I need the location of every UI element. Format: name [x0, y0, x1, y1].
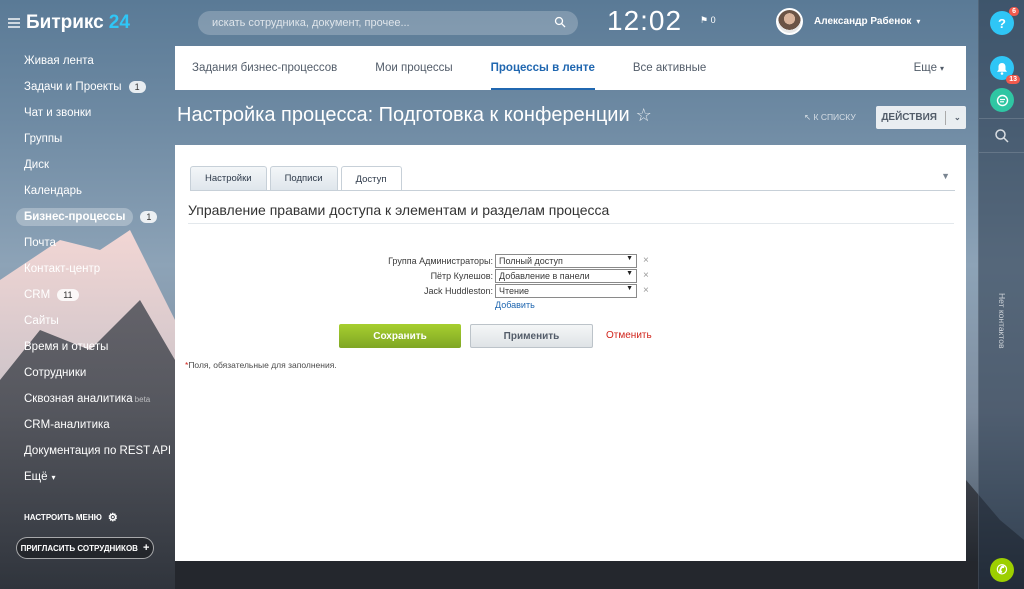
menu-item-disk[interactable]: Диск — [0, 152, 175, 178]
rights-select[interactable]: Полный доступ ▼ — [495, 253, 637, 268]
rights-select[interactable]: Добавление в панели ▼ — [495, 268, 637, 283]
dropdown-arrow-icon: ▼ — [626, 254, 633, 262]
tabs-divider — [190, 190, 955, 191]
plus-icon: + — [142, 542, 150, 554]
search-input[interactable]: искать сотрудника, документ, прочее... — [198, 11, 578, 35]
help-badge: 6 — [1009, 7, 1019, 16]
gear-icon: ⚙ — [107, 512, 118, 524]
rights-row: Jack Huddleston: Чтение ▼ × — [325, 283, 655, 298]
menu-item-more[interactable]: Ещё ▾ — [0, 464, 175, 490]
delete-icon[interactable]: × — [643, 285, 649, 296]
content-panel: Настройки Подписи Доступ ▼ Управление пр… — [175, 145, 966, 561]
flag-counter[interactable]: ⚑ 0 — [700, 15, 716, 26]
tab-all-active[interactable]: Все активные — [633, 46, 706, 90]
rights-row: Группа Администраторы: Полный доступ ▼ × — [325, 253, 655, 268]
chevron-down-icon: ▾ — [916, 17, 921, 26]
menu-item-contact-center[interactable]: Контакт-центр — [0, 256, 175, 282]
add-link[interactable]: Добавить — [495, 300, 535, 310]
no-contacts-label: Нет контактов — [997, 293, 1007, 349]
menu-item-calendar[interactable]: Календарь — [0, 178, 175, 204]
chat-icon — [996, 94, 1008, 106]
tab-processes-in-feed[interactable]: Процессы в ленте — [490, 46, 596, 90]
menu-item-live-feed[interactable]: Живая лента — [0, 48, 175, 74]
top-tabs: Задания бизнес-процессов Мои процессы Пр… — [175, 46, 966, 90]
menu-item-groups[interactable]: Группы — [0, 126, 175, 152]
rights-label: Jack Huddleston: — [423, 285, 493, 296]
search-icon[interactable] — [554, 16, 566, 28]
bell-icon — [997, 62, 1007, 75]
question-icon: ? — [998, 15, 1006, 31]
phone-button[interactable]: ✆ — [990, 558, 1014, 582]
help-button[interactable]: ? 6 — [990, 7, 1019, 35]
required-note: *Поля, обязательные для заполнения. — [185, 360, 337, 370]
menu-counter: 1 — [140, 211, 158, 223]
clock[interactable]: 12:02 — [607, 5, 682, 37]
dropdown-arrow-icon: ▼ — [626, 269, 633, 277]
save-button[interactable]: Сохранить — [339, 324, 461, 348]
delete-icon[interactable]: × — [643, 270, 649, 281]
rail-divider — [979, 152, 1024, 153]
menu-counter: 11 — [57, 289, 79, 301]
star-icon[interactable]: ☆ — [636, 105, 652, 126]
chevron-down-icon: ⌄ — [953, 113, 961, 122]
menu-item-sites[interactable]: Сайты — [0, 308, 175, 334]
delete-icon[interactable]: × — [643, 255, 649, 266]
user-menu[interactable]: Александр Рабенок ▾ — [776, 8, 920, 35]
menu-item-analytics[interactable]: Сквозная аналитика beta — [0, 386, 175, 412]
rights-row: Пётр Кулешов: Добавление в панели ▼ × — [325, 268, 655, 283]
tab-bp-tasks[interactable]: Задания бизнес-процессов — [192, 46, 337, 90]
rail-divider — [979, 118, 1024, 119]
rights-label: Пётр Кулешов: — [430, 270, 493, 281]
chevron-down-icon[interactable]: ▼ — [941, 171, 950, 181]
tab-my-processes[interactable]: Мои процессы — [375, 46, 452, 90]
back-arrow-icon: ↖ — [804, 112, 812, 122]
avatar[interactable] — [776, 8, 803, 35]
chat-button[interactable] — [990, 88, 1014, 112]
hamburger-menu-icon[interactable] — [8, 17, 20, 28]
logo[interactable]: Битрикс 24 — [26, 12, 130, 34]
invite-employees-button[interactable]: ПРИГЛАСИТЬ СОТРУДНИКОВ + — [16, 537, 154, 559]
phone-icon: ✆ — [996, 562, 1008, 577]
menu-item-crm-analytics[interactable]: CRM-аналитика — [0, 412, 175, 438]
tab-signatures[interactable]: Подписи — [269, 166, 338, 190]
left-menu: Живая лента Задачи и Проекты 1 Чат и звон… — [0, 48, 175, 490]
page-title: Настройка процесса: Подготовка к конфере… — [177, 104, 652, 126]
menu-counter: 1 — [128, 81, 146, 93]
cancel-button[interactable]: Отменить — [606, 330, 652, 341]
menu-item-chat[interactable]: Чат и звонки — [0, 100, 175, 126]
menu-item-business-processes[interactable]: Бизнес-процессы 1 — [0, 204, 175, 230]
menu-item-employees[interactable]: Сотрудники — [0, 360, 175, 386]
search-placeholder: искать сотрудника, документ, прочее... — [212, 17, 410, 29]
chevron-down-icon: ▾ — [939, 63, 944, 73]
apply-button[interactable]: Применить — [470, 324, 593, 348]
rights-label: Группа Администраторы: — [388, 255, 493, 266]
notifications-badge: 13 — [1006, 75, 1020, 84]
section-title: Управление правами доступа к элементам и… — [188, 202, 610, 218]
inner-tabs: Настройки Подписи Доступ — [190, 166, 405, 191]
tab-more[interactable]: Еще ▾ — [914, 46, 944, 90]
search-icon[interactable] — [994, 128, 1010, 144]
menu-item-mail[interactable]: Почта — [0, 230, 175, 256]
actions-button[interactable]: ДЕЙСТВИЯ ⌄ — [876, 106, 966, 129]
tab-settings[interactable]: Настройки — [190, 166, 267, 190]
logo-bar: Битрикс 24 — [0, 0, 175, 45]
settings-menu-button[interactable]: НАСТРОИТЬ МЕНЮ ⚙ — [24, 511, 118, 524]
back-to-list-link[interactable]: ↖ К СПИСКУ — [804, 112, 856, 123]
dropdown-arrow-icon: ▼ — [626, 284, 633, 292]
menu-item-rest-api[interactable]: Документация по REST API — [0, 438, 175, 464]
menu-item-tasks[interactable]: Задачи и Проекты 1 — [0, 74, 175, 100]
rights-select[interactable]: Чтение ▼ — [495, 283, 637, 298]
flag-icon: ⚑ — [700, 15, 709, 25]
right-rail: ? 6 13 Нет контактов ✆ — [978, 0, 1024, 589]
section-divider — [188, 223, 954, 224]
menu-item-time-reports[interactable]: Время и отчеты — [0, 334, 175, 360]
beta-label: beta — [134, 394, 151, 404]
menu-item-crm[interactable]: CRM 11 — [0, 282, 175, 308]
tab-access[interactable]: Доступ — [340, 166, 402, 191]
notifications-button[interactable]: 13 — [990, 56, 1020, 84]
user-name[interactable]: Александр Рабенок — [814, 16, 911, 27]
